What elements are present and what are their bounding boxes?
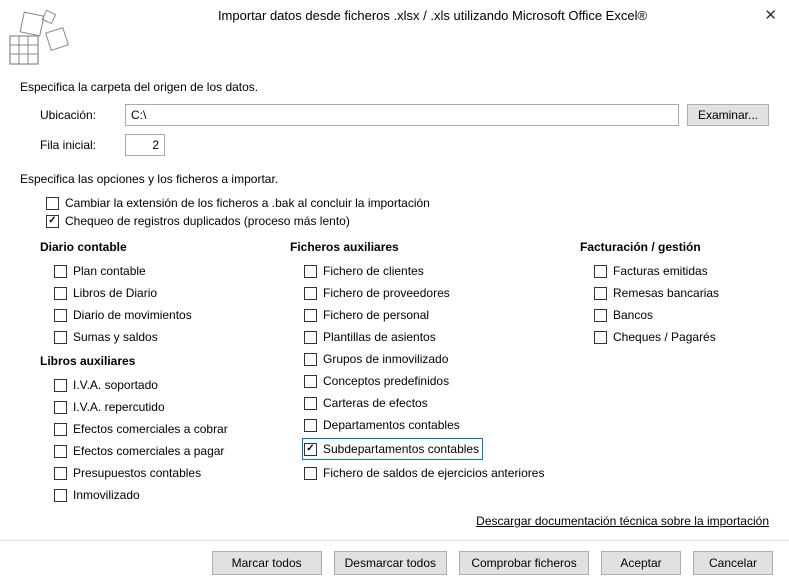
chk-conceptos[interactable]: [304, 375, 317, 388]
lbl-subdepartamentos: Subdepartamentos contables: [323, 440, 479, 458]
chk-iva-rep[interactable]: [54, 401, 67, 414]
location-input[interactable]: [125, 104, 679, 126]
group-diario-title: Diario contable: [40, 234, 280, 260]
lbl-efectos-pagar: Efectos comerciales a pagar: [73, 442, 224, 460]
doc-link[interactable]: Descargar documentación técnica sobre la…: [476, 514, 769, 528]
chk-fichero-clientes[interactable]: [304, 265, 317, 278]
lbl-plan-contable: Plan contable: [73, 262, 146, 280]
lbl-cheques: Cheques / Pagarés: [613, 328, 716, 346]
chk-facturas[interactable]: [594, 265, 607, 278]
lbl-plantillas: Plantillas de asientos: [323, 328, 436, 346]
lbl-remesas: Remesas bancarias: [613, 284, 719, 302]
close-button[interactable]: ✕: [764, 6, 777, 24]
check-files-button[interactable]: Comprobar ficheros: [459, 551, 589, 575]
chk-bancos[interactable]: [594, 309, 607, 322]
chk-libros-diario[interactable]: [54, 287, 67, 300]
group-ficheros-title: Ficheros auxiliares: [290, 234, 570, 260]
chk-cheques[interactable]: [594, 331, 607, 344]
browse-button[interactable]: Examinar...: [687, 104, 769, 126]
group-libros-title: Libros auxiliares: [40, 348, 280, 374]
import-options-label: Especifica las opciones y los ficheros a…: [0, 168, 789, 194]
lbl-carteras: Carteras de efectos: [323, 394, 428, 412]
lbl-inmovilizado: Inmovilizado: [73, 486, 140, 504]
chk-iva-sop[interactable]: [54, 379, 67, 392]
unmark-all-button[interactable]: Desmarcar todos: [334, 551, 447, 575]
lbl-facturas: Facturas emitidas: [613, 262, 708, 280]
chk-plan-contable[interactable]: [54, 265, 67, 278]
dup-check-checkbox[interactable]: [46, 215, 59, 228]
chk-carteras[interactable]: [304, 397, 317, 410]
app-logo-icon: [8, 8, 72, 72]
chk-diario-mov[interactable]: [54, 309, 67, 322]
start-row-input[interactable]: [125, 134, 165, 156]
lbl-fichero-prov: Fichero de proveedores: [323, 284, 450, 302]
chk-fichero-prov[interactable]: [304, 287, 317, 300]
cancel-button[interactable]: Cancelar: [693, 551, 773, 575]
source-folder-label: Especifica la carpeta del origen de los …: [0, 76, 789, 102]
lbl-iva-sop: I.V.A. soportado: [73, 376, 158, 394]
chk-presupuestos[interactable]: [54, 467, 67, 480]
chk-sumas-saldos[interactable]: [54, 331, 67, 344]
lbl-sumas-saldos: Sumas y saldos: [73, 328, 158, 346]
chk-subdepartamentos[interactable]: [304, 443, 317, 456]
chk-remesas[interactable]: [594, 287, 607, 300]
lbl-fichero-personal: Fichero de personal: [323, 306, 429, 324]
chk-saldos-anteriores[interactable]: [304, 467, 317, 480]
lbl-diario-mov: Diario de movimientos: [73, 306, 192, 324]
lbl-departamentos: Departamentos contables: [323, 416, 460, 434]
bak-extension-label: Cambiar la extensión de los ficheros a .…: [65, 196, 430, 210]
lbl-efectos-cobrar: Efectos comerciales a cobrar: [73, 420, 228, 438]
chk-plantillas[interactable]: [304, 331, 317, 344]
lbl-fichero-clientes: Fichero de clientes: [323, 262, 424, 280]
accept-button[interactable]: Aceptar: [601, 551, 681, 575]
mark-all-button[interactable]: Marcar todos: [212, 551, 322, 575]
bak-extension-checkbox[interactable]: [46, 197, 59, 210]
lbl-iva-rep: I.V.A. repercutido: [73, 398, 165, 416]
dialog-title: Importar datos desde ficheros .xlsx / .x…: [88, 8, 777, 23]
lbl-libros-diario: Libros de Diario: [73, 284, 157, 302]
lbl-grupos-inmov: Grupos de inmovilizado: [323, 350, 448, 368]
chk-grupos-inmov[interactable]: [304, 353, 317, 366]
chk-inmovilizado[interactable]: [54, 489, 67, 502]
lbl-bancos: Bancos: [613, 306, 653, 324]
group-fact-title: Facturación / gestión: [580, 234, 780, 260]
dup-check-label: Chequeo de registros duplicados (proceso…: [65, 214, 350, 228]
location-label: Ubicación:: [40, 108, 125, 122]
chk-efectos-cobrar[interactable]: [54, 423, 67, 436]
chk-departamentos[interactable]: [304, 419, 317, 432]
chk-fichero-personal[interactable]: [304, 309, 317, 322]
lbl-presupuestos: Presupuestos contables: [73, 464, 201, 482]
start-row-label: Fila inicial:: [40, 138, 125, 152]
chk-efectos-pagar[interactable]: [54, 445, 67, 458]
lbl-saldos-anteriores: Fichero de saldos de ejercicios anterior…: [323, 464, 544, 482]
button-bar: Marcar todos Desmarcar todos Comprobar f…: [0, 540, 789, 585]
lbl-conceptos: Conceptos predefinidos: [323, 372, 449, 390]
